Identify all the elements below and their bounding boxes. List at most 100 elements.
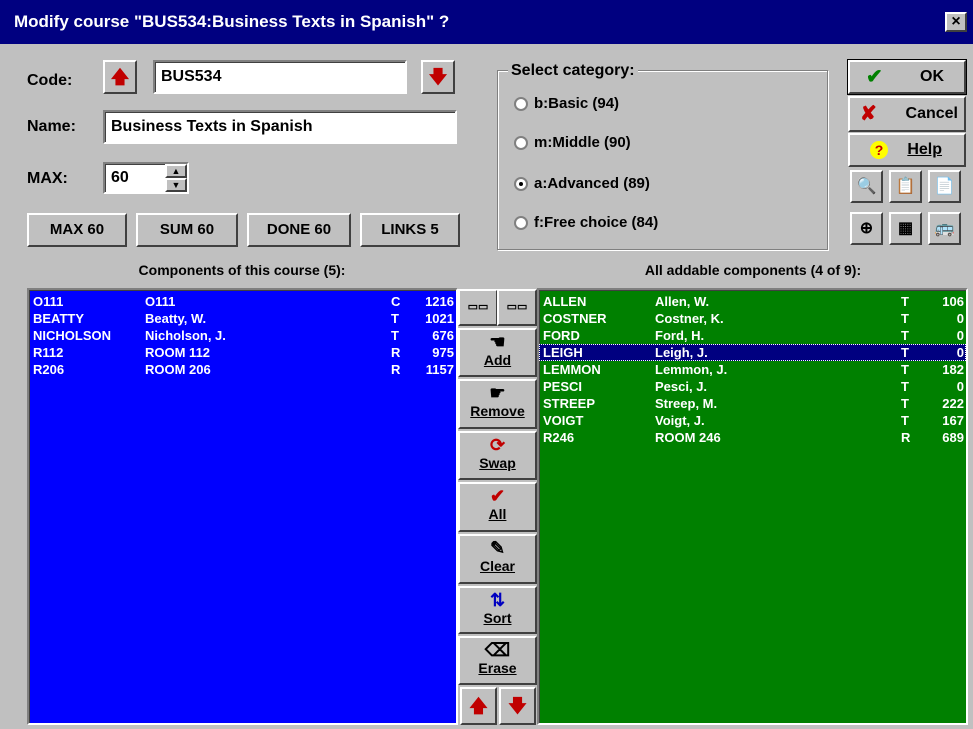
course-component-cell-name: O111: [145, 294, 176, 309]
addable-component-row[interactable]: COSTNER Costner, K. T 0: [539, 310, 966, 327]
move-up-arrow-icon[interactable]: 🡅: [460, 687, 497, 725]
paste-tool-icon[interactable]: 📄: [928, 170, 961, 203]
addable-component-cell-num: 0: [956, 345, 964, 360]
course-component-cell-num: 1157: [425, 362, 454, 377]
question-icon: ?: [870, 141, 888, 159]
addable-component-cell-code: R246: [543, 430, 575, 445]
radio-selected-icon[interactable]: [514, 177, 528, 192]
course-component-row[interactable]: R206 ROOM 206 R 1157: [29, 361, 456, 378]
addable-component-cell-type: T: [901, 379, 909, 394]
left-list-header: Components of this course (5):: [138, 262, 346, 278]
course-component-cell-num: 676: [432, 328, 454, 343]
course-component-cell-name: ROOM 206: [145, 362, 211, 377]
course-component-row[interactable]: BEATTY Beatty, W. T 1021: [29, 310, 456, 327]
addable-component-cell-type: T: [901, 362, 909, 377]
course-component-cell-type: R: [391, 345, 401, 360]
ok-button[interactable]: ✔ OK: [847, 59, 967, 95]
course-component-cell-code: R112: [33, 345, 64, 360]
max-label: MAX:: [27, 170, 68, 187]
cancel-button[interactable]: ✘ Cancel: [848, 96, 966, 132]
course-component-cell-type: C: [391, 294, 401, 309]
addable-component-row[interactable]: ALLEN Allen, W. T 106: [539, 293, 966, 310]
stat-max-button[interactable]: MAX 60: [27, 213, 127, 247]
addable-component-cell-num: 0: [956, 328, 964, 343]
course-component-cell-code: NICHOLSON: [33, 328, 111, 343]
course-component-cell-code: O111: [33, 294, 64, 309]
swap-button[interactable]: ⟳ Swap: [458, 431, 537, 480]
addable-component-cell-num: 0: [956, 379, 964, 394]
addable-component-row[interactable]: VOIGT Voigt, J. T 167: [539, 412, 966, 429]
course-component-cell-type: R: [391, 362, 401, 377]
addable-component-cell-num: 0: [956, 311, 964, 326]
hand-right-icon: ☛: [489, 383, 506, 403]
remove-button[interactable]: ☛ Remove: [458, 379, 537, 429]
radio-icon[interactable]: [514, 216, 528, 231]
addable-component-cell-num: 182: [942, 362, 964, 377]
close-button[interactable]: ×: [945, 12, 967, 32]
addable-component-cell-code: COSTNER: [543, 311, 607, 326]
addable-component-cell-num: 222: [942, 396, 964, 411]
addable-component-row[interactable]: FORD Ford, H. T 0: [539, 327, 966, 344]
addable-components-list[interactable]: ALLEN Allen, W. T 106 COSTNER Costner, K. T 0 FO…: [537, 288, 968, 725]
code-input[interactable]: BUS534: [153, 60, 407, 94]
course-component-cell-name: Beatty, W.: [145, 311, 207, 326]
eraser-icon: ⌫: [484, 640, 511, 660]
hand-left-icon: ☚: [489, 332, 506, 352]
addable-component-row[interactable]: STREEP Streep, M. T 222: [539, 395, 966, 412]
sort-button[interactable]: ⇅ Sort: [458, 586, 537, 634]
addable-component-cell-name: Costner, K.: [655, 311, 724, 326]
course-component-row[interactable]: NICHOLSON Nicholson, J. T 676: [29, 327, 456, 344]
max-spin-up-icon[interactable]: ▲: [165, 164, 187, 178]
course-component-row[interactable]: R112 ROOM 112 R 975: [29, 344, 456, 361]
table-tool-icon[interactable]: ▦: [889, 212, 922, 245]
addable-component-cell-type: R: [901, 430, 911, 445]
addable-component-cell-code: VOIGT: [543, 413, 584, 428]
addable-component-cell-num: 689: [942, 430, 964, 445]
right-list-header: All addable components (4 of 9):: [644, 262, 862, 278]
stat-sum-button[interactable]: SUM 60: [136, 213, 238, 247]
category-option-middle[interactable]: m:Middle (90): [514, 131, 631, 155]
transport-tool-icon[interactable]: 🚌: [928, 212, 961, 245]
move-left-icon[interactable]: ▭▭: [458, 289, 498, 326]
copy-tool-icon[interactable]: 📋: [889, 170, 922, 203]
find-tool-icon[interactable]: 🔍: [850, 170, 883, 203]
zoom-tool-icon[interactable]: ⊕: [850, 212, 883, 245]
erase-button[interactable]: ⌫ Erase: [458, 636, 537, 685]
addable-component-row[interactable]: LEMMON Lemmon, J. T 182: [539, 361, 966, 378]
max-spin-down-icon[interactable]: ▼: [165, 178, 187, 192]
addable-component-cell-code: FORD: [543, 328, 580, 343]
stat-done-button[interactable]: DONE 60: [247, 213, 351, 247]
addable-component-cell-name: Allen, W.: [655, 294, 710, 309]
course-component-cell-name: Nicholson, J.: [145, 328, 226, 343]
course-component-cell-code: BEATTY: [33, 311, 85, 326]
course-components-list[interactable]: O111 O111 C 1216 BEATTY Beatty, W. T 1021 NICHOL…: [27, 288, 458, 725]
addable-component-cell-name: ROOM 246: [655, 430, 721, 445]
name-input[interactable]: Business Texts in Spanish: [103, 110, 457, 144]
addable-component-row[interactable]: PESCI Pesci, J. T 0: [539, 378, 966, 395]
radio-icon[interactable]: [514, 136, 528, 151]
addable-component-cell-name: Streep, M.: [655, 396, 718, 411]
clear-button[interactable]: ✎ Clear: [458, 534, 537, 584]
course-component-row[interactable]: O111 O111 C 1216: [29, 293, 456, 310]
addable-component-row[interactable]: LEIGH Leigh, J. T 0: [539, 344, 966, 361]
category-option-free[interactable]: f:Free choice (84): [514, 211, 658, 235]
radio-icon[interactable]: [514, 97, 528, 112]
course-component-cell-code: R206: [33, 362, 65, 377]
help-button[interactable]: ? Help: [848, 133, 966, 167]
addable-component-cell-type: T: [901, 328, 909, 343]
addable-component-cell-num: 106: [942, 294, 964, 309]
category-option-advanced[interactable]: a:Advanced (89): [514, 172, 650, 196]
code-prev-arrow-icon[interactable]: 🡅: [103, 60, 137, 94]
all-button[interactable]: ✔ All: [458, 482, 537, 532]
addable-component-cell-name: Ford, H.: [655, 328, 705, 343]
swap-icon: ⟳: [489, 435, 506, 455]
code-next-arrow-icon[interactable]: 🡇: [421, 60, 455, 94]
addable-component-cell-type: T: [901, 413, 909, 428]
move-right-icon[interactable]: ▭▭: [497, 289, 537, 326]
course-component-cell-num: 1216: [425, 294, 454, 309]
addable-component-row[interactable]: R246 ROOM 246 R 689: [539, 429, 966, 446]
move-down-arrow-icon[interactable]: 🡇: [499, 687, 536, 725]
stat-links-button[interactable]: LINKS 5: [360, 213, 460, 247]
add-button[interactable]: ☚ Add: [458, 328, 537, 377]
category-option-basic[interactable]: b:Basic (94): [514, 92, 619, 116]
